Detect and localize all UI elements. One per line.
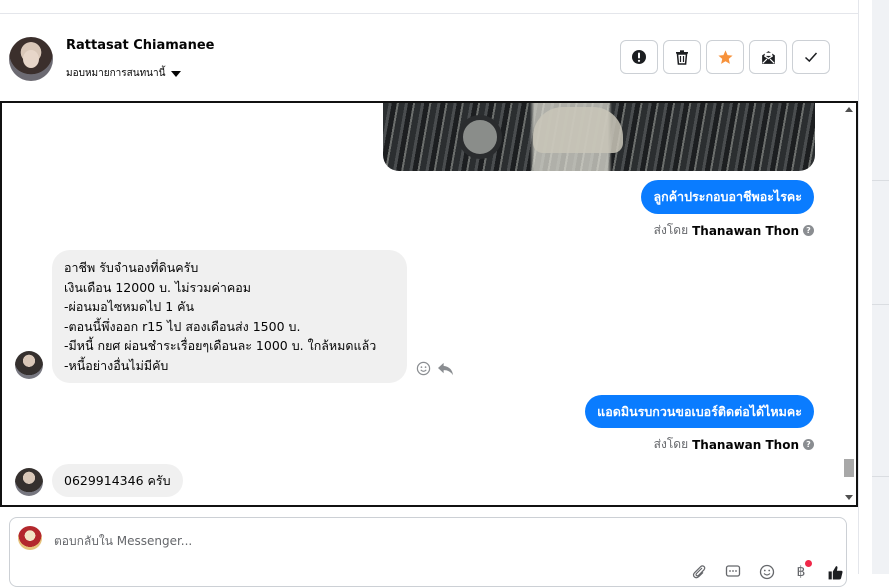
message-line: -ตอนนี้พึ่งออก r15 ไป สองเดือนส่ง 1500 บ… xyxy=(64,318,301,334)
outgoing-message[interactable]: แอดมินรบกวนขอเบอร์ติดต่อได้ไหมคะ xyxy=(585,395,814,428)
right-panel-edge xyxy=(858,0,889,574)
saved-replies-button[interactable] xyxy=(722,561,744,583)
sent-by-name[interactable]: Thanawan Thon xyxy=(692,224,799,238)
like-button[interactable] xyxy=(824,561,846,583)
delete-button[interactable] xyxy=(663,40,701,74)
star-icon xyxy=(717,49,733,64)
mark-unread-icon xyxy=(761,50,775,64)
assign-conversation-label: มอบหมายการสนทนานี้ xyxy=(66,68,166,79)
page-avatar xyxy=(18,526,42,550)
contact-avatar-small[interactable] xyxy=(15,351,43,379)
composer-tools: ฿ xyxy=(688,560,846,583)
scroll-up-arrow-icon[interactable] xyxy=(845,107,853,112)
help-icon[interactable]: ? xyxy=(803,439,814,450)
right-panel-divider xyxy=(872,476,889,477)
contact-avatar[interactable] xyxy=(9,37,53,81)
sent-by-label: ส่งโดย Thanawan Thon ? xyxy=(654,435,814,454)
mark-spam-button[interactable] xyxy=(620,40,658,74)
incoming-message[interactable]: อาชีพ รับจำนองที่ดินครับ เงินเดือน 12000… xyxy=(52,250,407,383)
sent-by-prefix: ส่งโดย xyxy=(653,437,689,451)
right-panel-divider xyxy=(872,180,889,181)
smiley-icon[interactable] xyxy=(416,361,431,376)
scrollbar[interactable] xyxy=(842,103,856,505)
sent-by-name[interactable]: Thanawan Thon xyxy=(692,438,799,452)
message-text: ลูกค้าประกอบอาชีพอะไรคะ xyxy=(653,189,802,204)
message-line: อาชีพ รับจำนองที่ดินครับ xyxy=(64,260,199,275)
header-actions xyxy=(620,40,830,74)
reply-icon[interactable] xyxy=(437,361,454,376)
message-thread[interactable]: ลูกค้าประกอบอาชีพอะไรคะ ส่งโดย Thanawan … xyxy=(0,101,858,507)
attach-button[interactable] xyxy=(688,561,710,583)
scroll-down-arrow-icon[interactable] xyxy=(845,495,853,500)
incoming-message[interactable]: 0629914346 ครับ xyxy=(52,464,183,497)
message-actions xyxy=(416,361,454,376)
assign-conversation-dropdown[interactable]: มอบหมายการสนทนานี้ xyxy=(66,66,182,81)
notification-dot xyxy=(805,560,812,567)
reply-input[interactable] xyxy=(54,531,654,551)
mark-unread-button[interactable] xyxy=(749,40,787,74)
contact-name[interactable]: Rattasat Chiamanee xyxy=(66,38,214,53)
right-panel-strip xyxy=(872,0,889,574)
emoji-icon xyxy=(759,564,775,580)
outgoing-message[interactable]: ลูกค้าประกอบอาชีพอะไรคะ xyxy=(641,180,814,214)
scrollbar-thumb[interactable] xyxy=(844,459,854,477)
check-icon xyxy=(804,52,818,63)
thumbs-up-icon xyxy=(828,565,843,580)
payments-button[interactable]: ฿ xyxy=(790,560,812,583)
message-text: 0629914346 ครับ xyxy=(64,472,171,488)
star-button[interactable] xyxy=(706,40,744,74)
sent-by-prefix: ส่งโดย xyxy=(653,223,689,237)
message-line: -มีหนี้ กยศ ผ่อนชำระเรื่อยๆเดือนละ 1000 … xyxy=(64,338,377,353)
alert-circle-icon xyxy=(632,50,646,64)
right-panel-divider xyxy=(872,304,889,305)
baht-icon: ฿ xyxy=(796,564,806,580)
attached-photo[interactable] xyxy=(383,103,815,171)
paperclip-icon xyxy=(692,565,706,579)
mark-done-button[interactable] xyxy=(792,40,830,74)
trash-icon xyxy=(676,50,688,65)
emoji-button[interactable] xyxy=(756,561,778,583)
message-line: -ผ่อนมอไซหมดไป 1 คัน xyxy=(64,299,195,314)
saved-reply-icon xyxy=(725,565,741,577)
message-text: แอดมินรบกวนขอเบอร์ติดต่อได้ไหมคะ xyxy=(597,403,802,419)
caret-down-icon xyxy=(171,70,182,77)
conversation-header: Rattasat Chiamanee มอบหมายการสนทนานี้ xyxy=(0,14,858,102)
reply-composer: ฿ xyxy=(9,517,847,587)
message-line: -หนี้อย่างอื่นไม่มีคับ xyxy=(64,357,169,373)
message-line: เงินเดือน 12000 บ. ไม่รวมค่าคอม xyxy=(64,279,251,295)
sent-by-label: ส่งโดย Thanawan Thon ? xyxy=(654,221,814,240)
help-icon[interactable]: ? xyxy=(803,225,814,236)
contact-avatar-small[interactable] xyxy=(15,468,43,496)
